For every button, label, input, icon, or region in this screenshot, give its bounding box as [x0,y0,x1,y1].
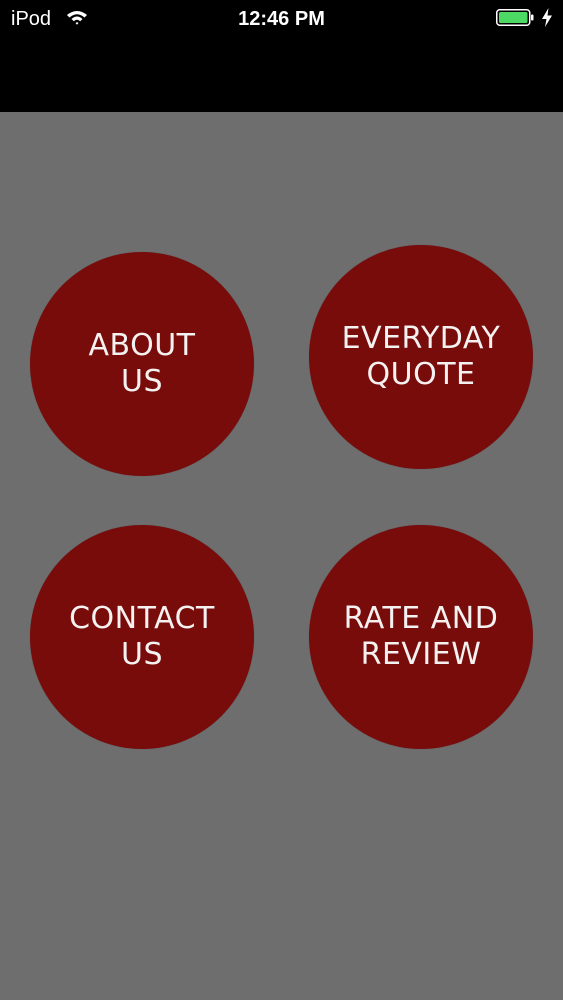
everyday-quote-label: EVERYDAY QUOTE [341,321,501,392]
status-time: 12:46 PM [238,8,325,30]
battery-icon [496,9,534,26]
about-us-label: ABOUT US [88,328,196,399]
status-bar: iPod 12:46 PM [0,0,563,112]
about-us-button[interactable]: ABOUT US [30,252,254,476]
main-menu: ABOUT US EVERYDAY QUOTE CONTACT US RATE … [0,112,563,1000]
charging-bolt-icon [542,8,552,27]
rate-and-review-label: RATE AND REVIEW [343,601,499,672]
everyday-quote-button[interactable]: EVERYDAY QUOTE [309,245,533,469]
contact-us-button[interactable]: CONTACT US [30,525,254,749]
contact-us-label: CONTACT US [69,601,215,672]
rate-and-review-button[interactable]: RATE AND REVIEW [309,525,533,749]
